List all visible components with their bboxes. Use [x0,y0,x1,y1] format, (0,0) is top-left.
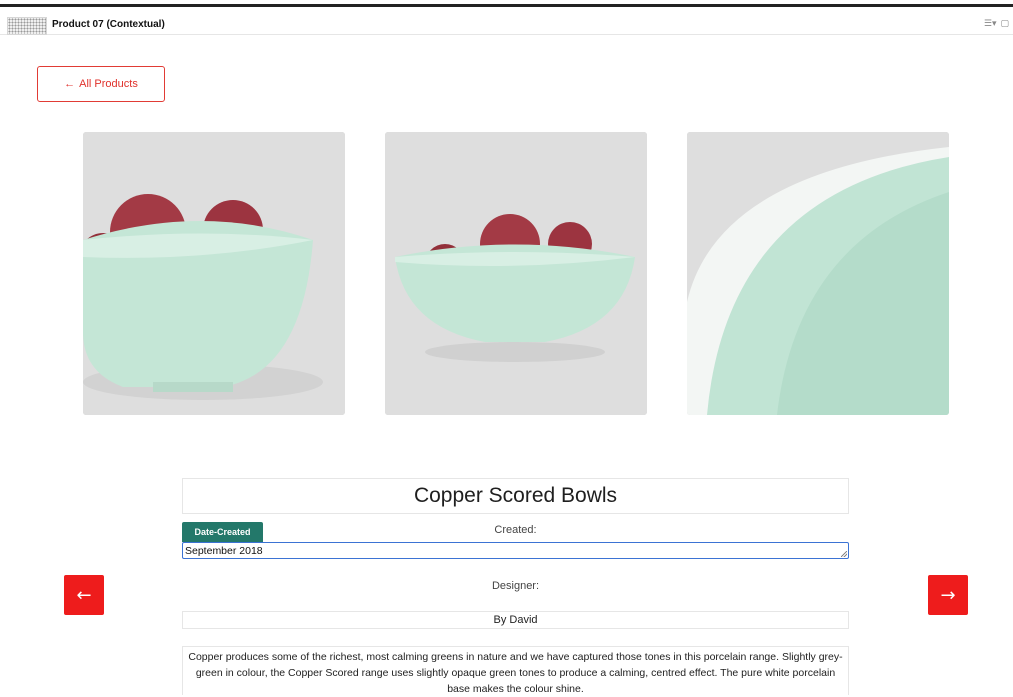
previous-product-button[interactable]: ← [64,575,104,615]
arrow-left-icon: ← [76,584,92,606]
bowl-with-apples-front-image [385,132,647,415]
app-thumbnail-icon [7,17,47,35]
window-icon[interactable]: ▢ [1000,19,1009,29]
created-label: Created: [494,524,537,536]
bowl-with-apples-side-image [83,132,345,415]
arrow-right-icon: → [940,584,956,606]
product-description: Copper produces some of the richest, mos… [182,646,849,695]
product-title: Copper Scored Bowls [182,478,849,514]
all-products-button[interactable]: ← All Products [37,66,165,102]
date-created-badge: Date-Created [182,522,263,542]
next-product-button[interactable]: → [928,575,968,615]
back-arrow-icon: ← [64,78,76,90]
resize-grip-icon[interactable] [841,551,847,557]
product-image-side[interactable] [83,132,345,415]
designer-label: Designer: [491,580,540,592]
product-image-closeup[interactable] [687,132,949,415]
all-products-label: All Products [79,78,138,90]
created-date-field[interactable] [182,542,849,559]
title-bar-controls: ☰▾ ▢ [984,19,1009,29]
designer-value: By David [182,611,849,629]
title-bar: Product 07 (Contextual) ☰▾ ▢ [0,7,1013,35]
window-title: Product 07 (Contextual) [52,19,165,30]
list-icon[interactable]: ☰▾ [984,19,997,29]
product-image-front[interactable] [385,132,647,415]
bowl-interior-closeup-image [687,132,949,415]
